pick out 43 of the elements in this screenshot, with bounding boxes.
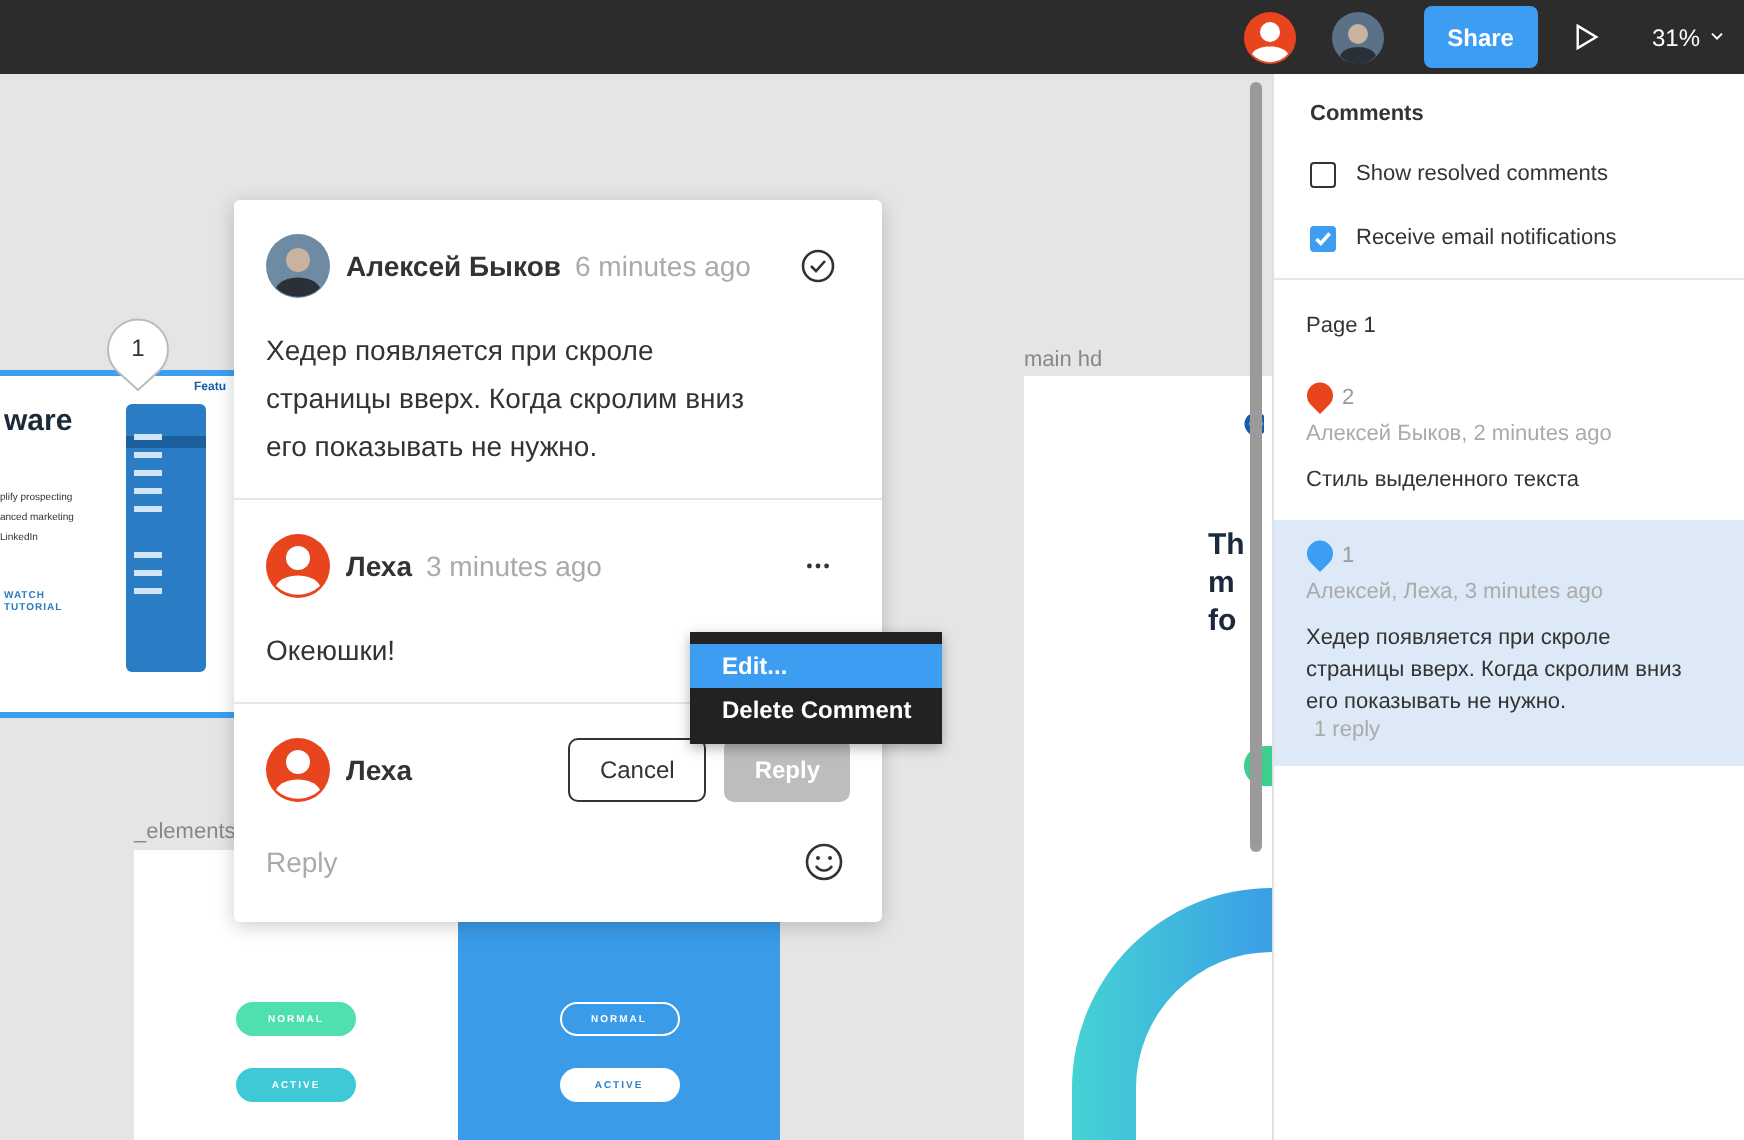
panel-title: Comments xyxy=(1310,102,1426,126)
reply-author: Леха xyxy=(346,754,412,786)
checkbox[interactable] xyxy=(1310,225,1336,251)
comment-thread[interactable]: 2 Алексей Быков, 2 minutes ago Стиль выделенного текста xyxy=(1274,362,1744,520)
comment-author: Леха xyxy=(346,550,412,582)
frame-label: main hd xyxy=(1024,348,1103,372)
thread-meta: Алексей Быков, 2 minutes ago xyxy=(1306,422,1614,446)
comment-text: Океюшки! xyxy=(266,632,396,670)
comment-thread[interactable]: 1 Алексей, Леха, 3 minutes ago Хедер появляется при скроле страницы вверх. Когда скролим вниз его показывать не нужно. 1 reply xyxy=(1274,520,1744,766)
avatar-icon xyxy=(266,534,330,598)
scrollbar-thumb[interactable] xyxy=(1250,82,1262,852)
play-icon[interactable] xyxy=(1573,24,1600,50)
zoom-dropdown[interactable]: 31% xyxy=(1651,23,1724,51)
cancel-button[interactable]: Cancel xyxy=(567,738,707,802)
comment-time: 3 minutes ago xyxy=(426,550,604,582)
thread-text: Хедер появляется при скроле страницы вверх. Когда скролим вниз его показывать не нужно. xyxy=(1306,624,1684,718)
thread-number: 2 xyxy=(1342,386,1355,410)
user-avatar-icon[interactable] xyxy=(1331,11,1384,63)
frame-heading: Th xyxy=(1208,526,1245,564)
checkbox[interactable] xyxy=(1310,161,1336,187)
frame-label: _elements xyxy=(134,820,236,844)
resolve-check-icon[interactable] xyxy=(800,248,836,284)
thread-number: 1 xyxy=(1342,544,1355,568)
frame-heading: m xyxy=(1208,564,1237,602)
thread-meta: Алексей, Леха, 3 minutes ago xyxy=(1306,580,1605,604)
frame-heading: fo xyxy=(1208,602,1239,640)
reply-count: 1 reply xyxy=(1314,718,1383,742)
caret-icon xyxy=(1710,32,1724,42)
comment-time: 6 minutes ago xyxy=(575,250,753,282)
checkbox-label: Receive email notifications xyxy=(1356,226,1617,250)
avatar-icon xyxy=(266,738,330,802)
frame-heading: ware xyxy=(4,404,73,438)
comment-author: Алексей Быков xyxy=(346,250,561,282)
user-avatar-icon[interactable] xyxy=(1243,11,1296,63)
avatar-icon xyxy=(266,234,330,298)
menu-item[interactable]: Delete Comment xyxy=(690,688,942,732)
checkbox-label: Show resolved comments xyxy=(1356,162,1608,186)
more-options-icon[interactable] xyxy=(806,562,830,570)
page-heading: Page 1 xyxy=(1304,312,1378,342)
emoji-icon[interactable] xyxy=(804,842,844,882)
thread-text: Стиль выделенного текста xyxy=(1306,466,1582,496)
comment-pin[interactable]: 1 xyxy=(102,314,174,394)
comment-text: Хедер появляется при скроле страницы вверх. Когда скролим вниз его показывать не нужно. xyxy=(266,332,746,466)
